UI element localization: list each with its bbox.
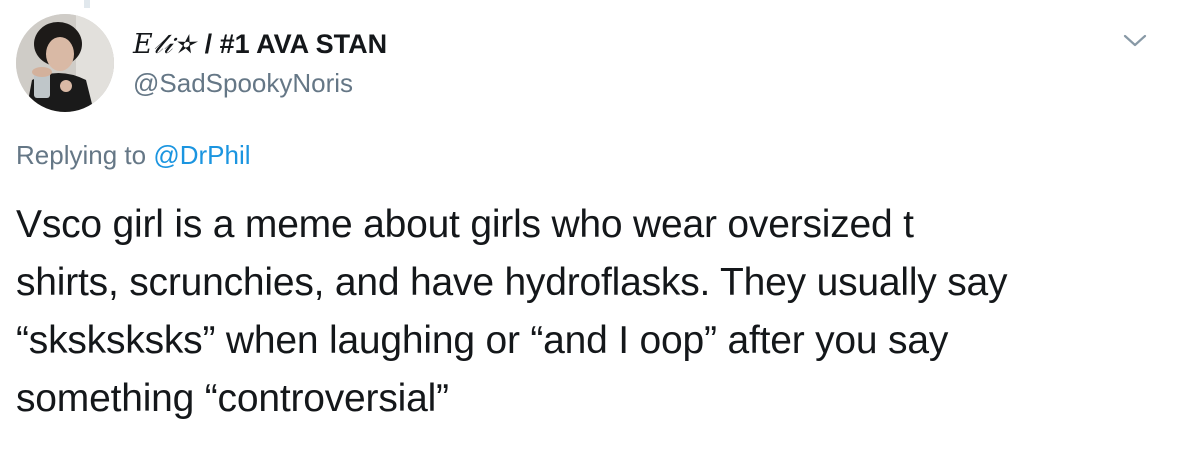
display-name[interactable]: 𝐸𝓁𝒾✫ / #1 AVA STAN — [133, 28, 387, 61]
tweet-card: 𝐸𝓁𝒾✫ / #1 AVA STAN @SadSpookyNoris Reply… — [0, 0, 1180, 450]
avatar[interactable] — [16, 14, 114, 112]
tweet-text: Vsco girl is a meme about girls who wear… — [16, 203, 1008, 420]
thread-connector-line — [84, 0, 90, 8]
avatar-photo — [16, 14, 114, 112]
replying-to-label: Replying to — [16, 140, 154, 170]
display-name-text: / #1 AVA STAN — [197, 29, 388, 59]
user-handle[interactable]: @SadSpookyNoris — [133, 67, 387, 99]
replying-to: Replying to @DrPhil — [16, 139, 251, 171]
chevron-down-icon[interactable] — [1120, 28, 1150, 52]
author-info[interactable]: 𝐸𝓁𝒾✫ / #1 AVA STAN @SadSpookyNoris — [133, 28, 387, 99]
reply-mention-link[interactable]: @DrPhil — [153, 140, 250, 170]
display-name-stylized: 𝐸𝓁𝒾✫ — [133, 29, 198, 60]
